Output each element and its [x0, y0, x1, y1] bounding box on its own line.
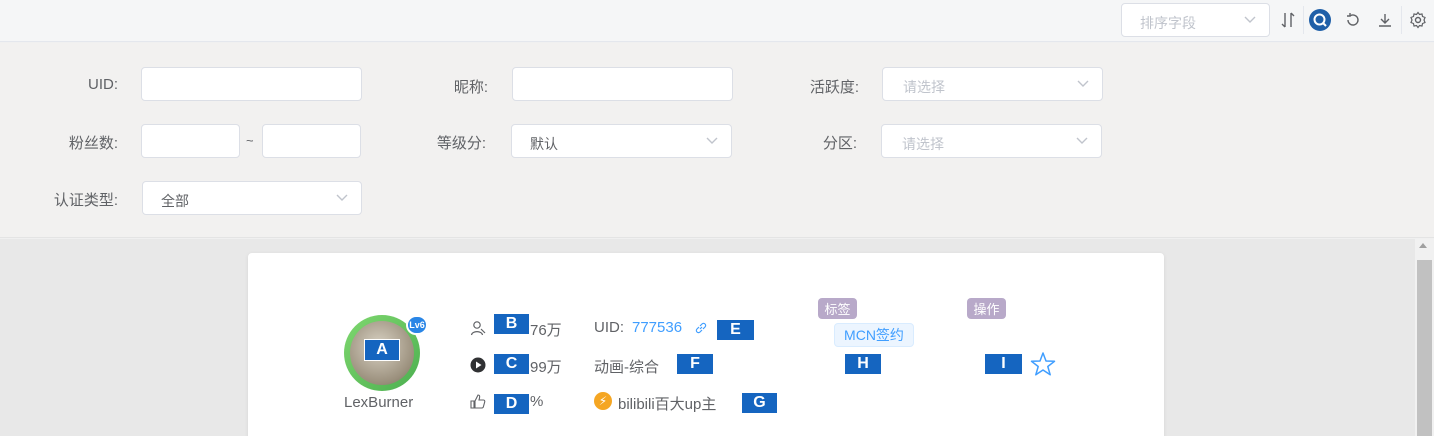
- link-icon[interactable]: [694, 321, 708, 335]
- card-uid-link[interactable]: 777536: [632, 319, 682, 336]
- marker-d: D: [493, 393, 530, 415]
- like-rate: %: [530, 393, 544, 410]
- marker-h: H: [844, 353, 882, 375]
- settings-icon[interactable]: [1406, 8, 1430, 32]
- partition-select[interactable]: 请选择: [881, 124, 1102, 158]
- marker-e: E: [716, 319, 755, 341]
- toolbar-divider: [1303, 6, 1304, 34]
- chevron-down-icon: [336, 194, 348, 201]
- marker-a: A: [364, 339, 400, 361]
- activity-placeholder: 请选择: [903, 79, 945, 95]
- level-select[interactable]: 默认: [511, 124, 732, 158]
- lightning-icon: ⚡: [594, 392, 612, 410]
- fans-min-input[interactable]: [141, 124, 240, 158]
- uploader-name[interactable]: LexBurner: [344, 394, 413, 411]
- chevron-down-icon: [1077, 80, 1089, 87]
- level-value: 默认: [530, 136, 558, 152]
- sort-field-placeholder: 排序字段: [1140, 15, 1196, 31]
- level-badge: Lv6: [406, 315, 428, 335]
- scroll-up-arrow-icon[interactable]: [1419, 243, 1427, 248]
- marker-i: I: [984, 353, 1023, 375]
- marker-b: B: [493, 313, 530, 335]
- partition-label: 分区:: [822, 135, 857, 152]
- user-icon: [470, 321, 486, 336]
- activity-select[interactable]: 请选择: [882, 67, 1103, 101]
- like-icon: [470, 394, 486, 409]
- sort-toggle-icon[interactable]: [1276, 8, 1300, 32]
- play-count: 99万: [530, 359, 562, 376]
- fans-count: 76万: [530, 322, 562, 339]
- scrollbar-thumb[interactable]: [1417, 260, 1432, 436]
- marker-f: F: [676, 353, 714, 375]
- card-uid-label: UID:: [594, 319, 624, 336]
- marker-c: C: [493, 353, 530, 375]
- nickname-input[interactable]: [512, 67, 733, 101]
- toolbar-divider: [1401, 6, 1402, 34]
- action-column-header: 操作: [967, 298, 1006, 319]
- mcn-tag: MCN签约: [834, 323, 914, 347]
- fans-max-input[interactable]: [262, 124, 361, 158]
- refresh-icon[interactable]: [1341, 8, 1365, 32]
- play-icon: [470, 357, 486, 373]
- chevron-down-icon: [706, 137, 718, 144]
- cert-type-value: 全部: [161, 193, 189, 209]
- cert-type-label: 认证类型:: [53, 192, 118, 209]
- partition-placeholder: 请选择: [902, 136, 944, 152]
- uid-input[interactable]: [141, 67, 362, 101]
- favorite-star-icon[interactable]: [1030, 351, 1056, 377]
- search-icon[interactable]: [1308, 8, 1332, 32]
- card-partition: 动画-综合: [594, 359, 659, 376]
- fans-label: 粉丝数:: [68, 135, 118, 152]
- nickname-label: 昵称:: [453, 79, 488, 96]
- level-label: 等级分:: [436, 135, 486, 152]
- cert-type-select[interactable]: 全部: [142, 181, 362, 215]
- chevron-down-icon: [1076, 137, 1088, 144]
- tag-column-header: 标签: [818, 298, 857, 319]
- download-icon[interactable]: [1373, 8, 1397, 32]
- activity-label: 活跃度:: [809, 79, 859, 96]
- top-toolbar: 排序字段: [0, 0, 1434, 42]
- uid-label: UID:: [88, 76, 118, 93]
- fans-range-separator: ~: [246, 133, 254, 148]
- marker-g: G: [741, 392, 778, 414]
- chevron-down-icon: [1244, 16, 1256, 23]
- sort-field-select[interactable]: 排序字段: [1121, 3, 1270, 37]
- card-certification: bilibili百大up主: [618, 396, 717, 413]
